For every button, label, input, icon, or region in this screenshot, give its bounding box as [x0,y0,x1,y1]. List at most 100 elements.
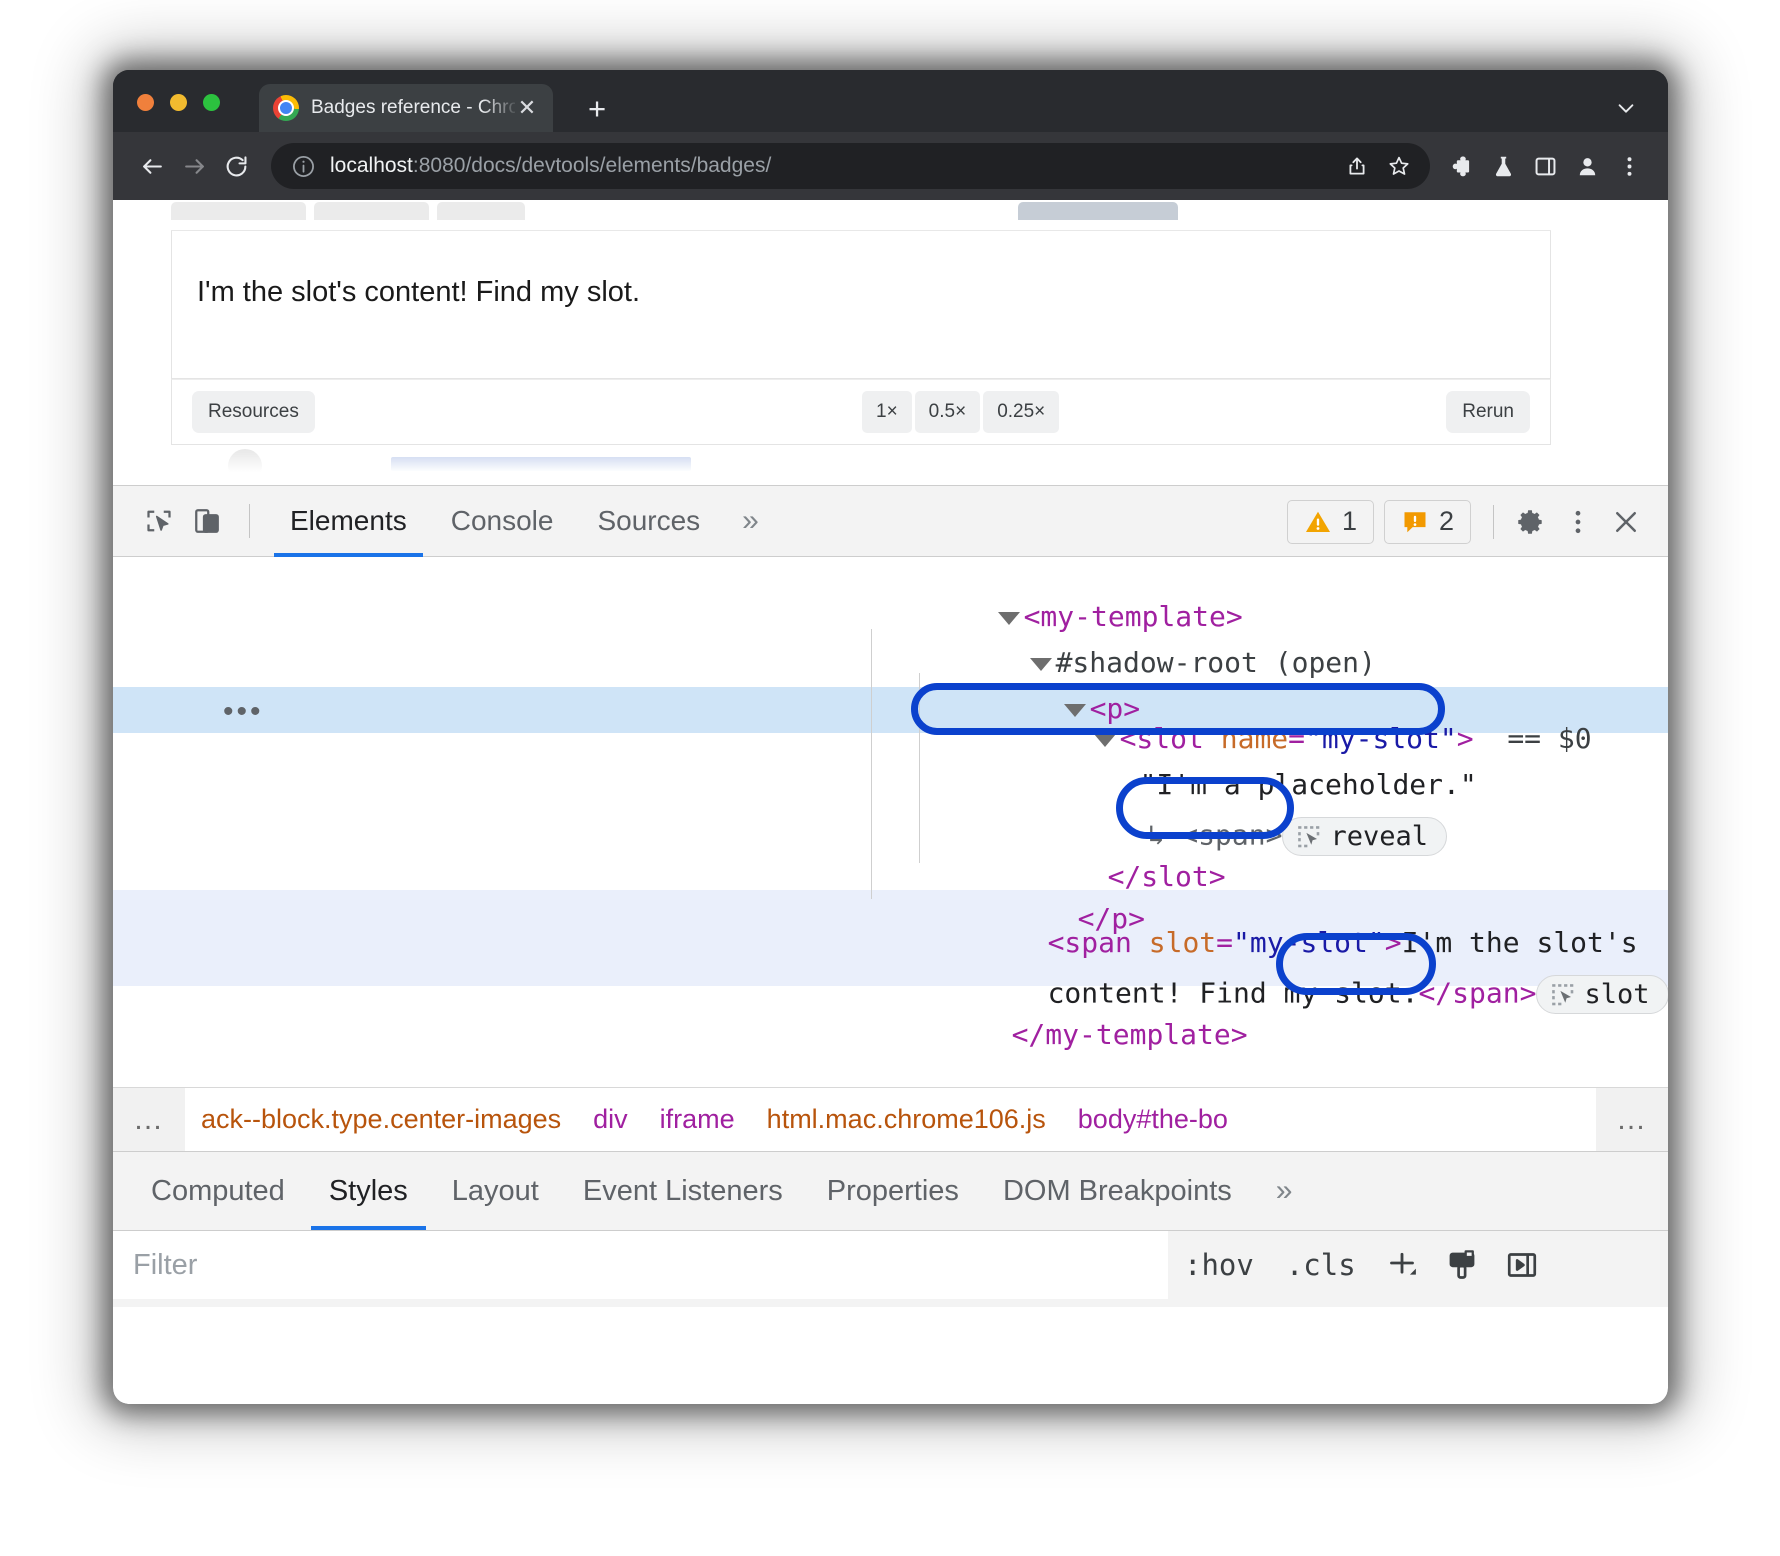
print-style-icon[interactable] [1432,1231,1492,1299]
hov-button[interactable]: :hov [1168,1231,1270,1299]
badge-label: slot [1584,981,1649,1008]
resources-button[interactable]: Resources [192,391,315,433]
fade-overlay [113,451,1668,485]
demo-toolbar: Resources 1× 0.5× 0.25× Rerun [171,379,1551,445]
zoom-1x-button[interactable]: 1× [862,391,912,433]
three-dots-vertical-icon[interactable] [1554,498,1602,546]
tab-console[interactable]: Console [429,486,576,557]
tab-layout[interactable]: Layout [430,1152,561,1230]
flask-icon[interactable] [1482,145,1524,187]
reveal-cursor-icon [1550,982,1576,1008]
close-icon[interactable]: ✕ [515,96,539,120]
tab-title: Badges reference - Chrome De [311,97,515,119]
tab-computed[interactable]: Computed [129,1152,307,1230]
selected-node-marker [1474,722,1508,755]
reload-icon[interactable] [215,145,257,187]
window-controls [137,94,220,111]
three-dots-vertical-icon[interactable] [1608,145,1650,187]
slot-content-text: I'm the slot's content! Find my slot. [197,276,640,309]
tab-strip: Badges reference - Chrome De ✕ + [113,70,1668,132]
inspect-element-icon[interactable] [135,497,183,545]
ghost-chip [314,202,429,220]
address-bar-text: localhost:8080/docs/devtools/elements/ba… [330,154,1336,178]
browser-tab[interactable]: Badges reference - Chrome De ✕ [259,84,553,132]
badge-label: reveal [1330,823,1428,850]
breadcrumb-item-0[interactable]: ack--block.type.center-images [185,1104,577,1135]
selected-node-ref: == $0 [1507,722,1591,755]
rerun-button[interactable]: Rerun [1446,391,1530,433]
new-tab-button[interactable]: + [581,92,613,124]
close-x-icon[interactable] [1602,498,1650,546]
warning-count: 1 [1342,506,1357,537]
styles-filter-row: :hov .cls [113,1231,1668,1299]
info-circle-icon[interactable] [291,154,316,179]
breadcrumb-overflow-right[interactable]: … [1596,1088,1668,1152]
plus-icon[interactable] [1372,1231,1432,1299]
close-window-button[interactable] [137,94,154,111]
devtools-panel: Elements Console Sources » 1 [113,485,1668,1404]
divider [1493,505,1494,539]
maximize-window-button[interactable] [203,94,220,111]
ghost-chip-selected [1018,202,1178,220]
forward-arrow-icon[interactable] [173,145,215,187]
ghost-chip [171,202,306,220]
tab-sources[interactable]: Sources [575,486,722,557]
page-lower-fade [113,445,1668,485]
screenshot-root: Badges reference - Chrome De ✕ + [0,0,1780,1556]
browser-window: Badges reference - Chrome De ✕ + [113,70,1668,1404]
side-panel-icon[interactable] [1524,145,1566,187]
cls-button[interactable]: .cls [1270,1231,1372,1299]
reveal-badge[interactable]: reveal [1282,817,1447,856]
issue-count: 2 [1439,506,1454,537]
issue-speech-bubble-icon [1401,508,1429,536]
devtools-toolbar-right: 1 2 [1287,486,1650,557]
chrome-logo-icon [273,95,299,121]
styles-sidebar-tab-list: Computed Styles Layout Event Listeners P… [113,1151,1668,1231]
demo-output-frame: I'm the slot's content! Find my slot. [171,231,1551,379]
share-icon[interactable] [1336,145,1378,187]
address-bar[interactable]: localhost:8080/docs/devtools/elements/ba… [271,143,1430,189]
devtools-bottom-strip [113,1299,1668,1307]
tab-styles[interactable]: Styles [307,1152,430,1230]
demo-tabs-partial [171,200,1551,220]
breadcrumb-item-4[interactable]: body#the-bo [1062,1104,1244,1135]
zoom-level-group: 1× 0.5× 0.25× [862,391,1059,433]
more-tabs-button[interactable]: » [722,486,779,557]
reveal-cursor-icon [1296,824,1322,850]
divider [249,504,250,538]
dom-tree: <my-template> #shadow-root (open) <p> ••… [113,557,1668,1087]
breadcrumb-item-3[interactable]: html.mac.chrome106.js [751,1104,1062,1135]
breadcrumb-item-2[interactable]: iframe [644,1104,751,1135]
chevron-down-icon[interactable] [1610,92,1642,124]
zoom-0.25x-button[interactable]: 0.25× [983,391,1059,433]
tab-properties[interactable]: Properties [805,1152,981,1230]
filter-input[interactable] [113,1231,1168,1299]
tab-dom-breakpoints[interactable]: DOM Breakpoints [981,1152,1254,1230]
breadcrumb-item-1[interactable]: div [577,1104,644,1135]
row-my-template-close[interactable]: </my-template> [843,993,1248,1077]
ghost-chip [437,202,525,220]
page-viewport: I'm the slot's content! Find my slot. Re… [113,200,1668,485]
back-arrow-icon[interactable] [131,145,173,187]
breadcrumb: … ack--block.type.center-images div ifra… [113,1087,1668,1151]
breadcrumb-overflow-left[interactable]: … [113,1088,185,1152]
devtools-tab-list: Elements Console Sources » [268,486,779,557]
star-icon[interactable] [1378,145,1420,187]
toggle-sidebar-icon[interactable] [1492,1231,1552,1299]
zoom-0.5x-button[interactable]: 0.5× [915,391,981,433]
minimize-window-button[interactable] [170,94,187,111]
gear-icon[interactable] [1506,498,1554,546]
puzzle-piece-icon[interactable] [1440,145,1482,187]
devtools-toolbar: Elements Console Sources » 1 [113,486,1668,557]
slot-badge[interactable]: slot [1536,975,1668,1014]
url-path: :8080/docs/devtools/elements/badges/ [413,154,771,177]
warning-count-button[interactable]: 1 [1287,500,1374,544]
person-icon[interactable] [1566,145,1608,187]
tab-event-listeners[interactable]: Event Listeners [561,1152,805,1230]
row-overflow-dots[interactable]: ••• [223,695,264,729]
url-host: localhost [330,154,413,177]
device-toolbar-icon[interactable] [183,497,231,545]
tab-elements[interactable]: Elements [268,486,429,557]
more-sidebar-tabs-button[interactable]: » [1254,1152,1315,1230]
issue-count-button[interactable]: 2 [1384,500,1471,544]
